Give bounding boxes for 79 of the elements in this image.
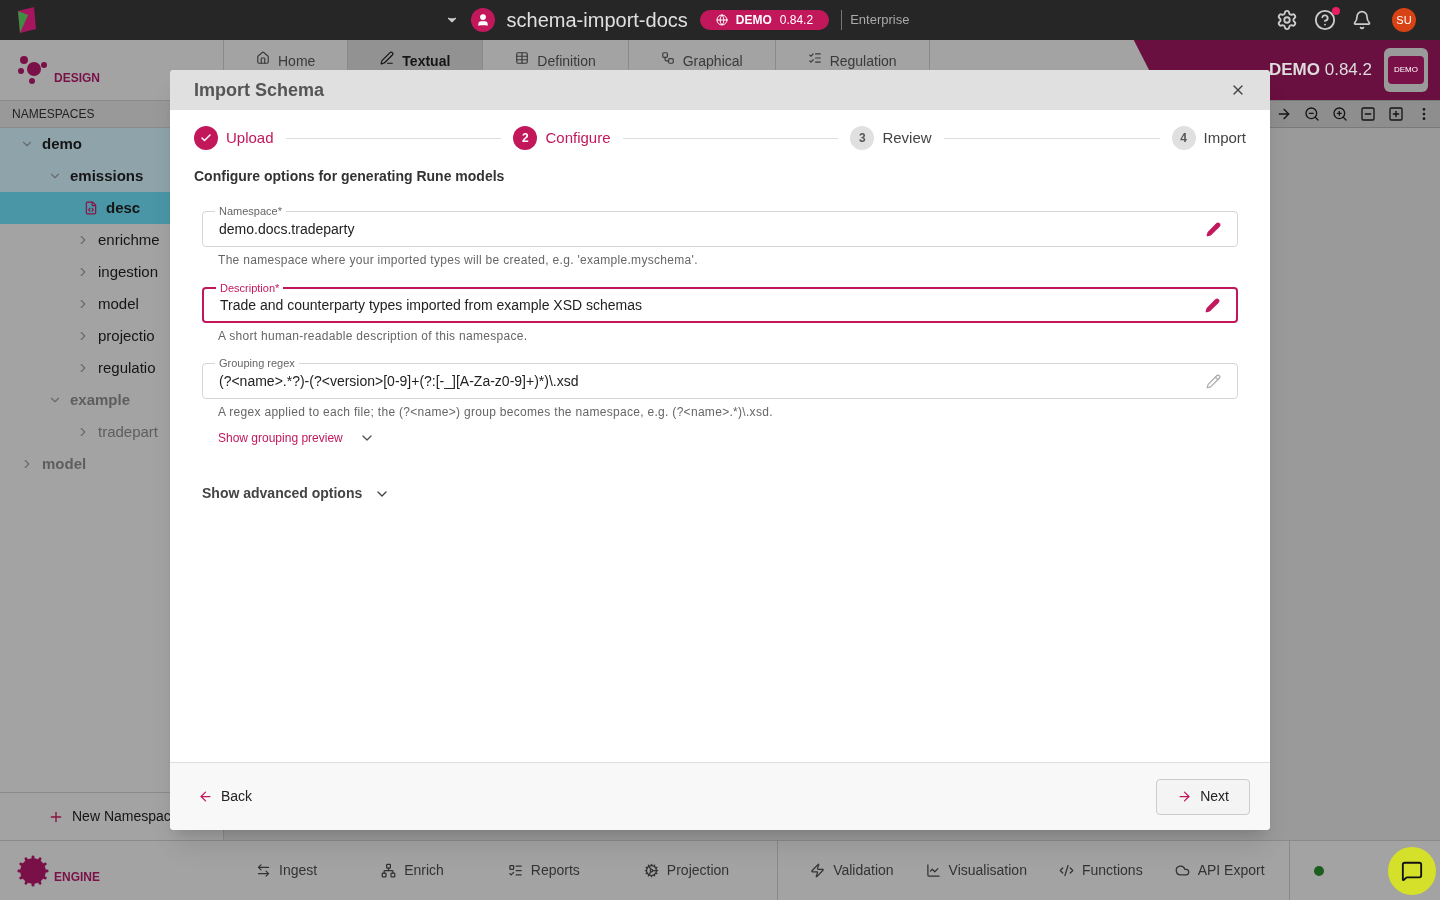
engine-label: ENGINE [54, 868, 100, 886]
helper-text: A short human-readable description of this namespace. [217, 328, 529, 345]
engine-tool[interactable]: Visualisation [909, 860, 1043, 881]
helper-text: A regex applied to each file; the (?<name>) group becomes the namespace, e.g. (?<name>.*)\.xsd. [217, 404, 774, 421]
badge-version: 0.84.2 [779, 12, 814, 29]
tab-icon [380, 51, 395, 65]
tree-label: desc [106, 197, 141, 218]
step-label: Review [882, 127, 932, 148]
tool-icon [507, 863, 523, 878]
tree-label: tradepart [98, 421, 159, 442]
file-icon [84, 201, 98, 215]
help-icon[interactable] [1314, 9, 1336, 31]
chat-button[interactable] [1388, 846, 1436, 895]
pencil-icon[interactable] [1206, 221, 1221, 237]
tool-icon [1174, 863, 1190, 878]
collapse-icon[interactable] [1360, 106, 1376, 122]
zoom-out-icon[interactable] [1304, 106, 1320, 122]
tree-label: demo [42, 133, 82, 154]
tree-label: model [42, 453, 87, 474]
step-number: 3 [859, 130, 866, 146]
engine-tool[interactable]: Ingest [224, 860, 350, 881]
expand-icon[interactable] [1388, 106, 1404, 122]
demo-logo: DEMO [1384, 48, 1428, 92]
engine-tool[interactable]: Functions [1042, 860, 1159, 881]
helper-text: The namespace where your imported types will be created, e.g. 'example.myschema'. [217, 252, 699, 269]
engine-tool[interactable]: API Export [1158, 860, 1281, 881]
tree-label: ingestion [98, 261, 159, 282]
dialog-title: Import Schema [194, 78, 326, 102]
tool-icon [810, 863, 826, 878]
edition-label: Enterprise [841, 10, 910, 30]
person-icon [475, 13, 490, 27]
tab-icon [256, 51, 270, 65]
project-name[interactable]: schema-import-docs [506, 5, 688, 35]
text-input[interactable]: Trade and counterparty types imported from example XSD schemas [220, 294, 1205, 316]
notifications-icon[interactable] [1352, 10, 1372, 30]
next-button[interactable]: Next [1156, 778, 1250, 815]
settings-icon[interactable] [1276, 9, 1298, 31]
tool-icon [381, 863, 397, 878]
tree-label: regulatio [98, 357, 156, 378]
grouping-preview-link[interactable]: Show grouping preview [202, 429, 391, 447]
chat-icon [1401, 859, 1423, 882]
molecule-logo-icon [16, 55, 50, 85]
engine-tool[interactable]: Reports [475, 860, 612, 881]
arrow-right-icon[interactable] [1276, 106, 1292, 122]
app-logo-icon [16, 7, 38, 33]
tree-label: enrichme [98, 229, 160, 250]
advanced-options-toggle[interactable]: Show advanced options [170, 483, 423, 504]
tree-label: projectio [98, 325, 155, 346]
engine-tool[interactable]: Validation [794, 860, 910, 881]
text-input[interactable]: (?<name>.*?)-(?<version>[0-9]+(?:[-_][A-Za-z0-9]+)*)\.xsd [219, 370, 1206, 392]
engine-tool[interactable]: Enrich [349, 860, 476, 881]
tree-label: model [98, 293, 139, 314]
globe-icon [715, 14, 728, 26]
user-avatar[interactable]: SU [1392, 8, 1416, 32]
gears-icon [16, 853, 50, 888]
tab-icon [515, 51, 530, 65]
tool-icon [925, 863, 941, 878]
namespaces-heading: NAMESPACES [12, 106, 95, 123]
step-label: Upload [226, 127, 274, 148]
banner-version: 0.84.2 [1324, 60, 1372, 80]
tool-icon [256, 863, 271, 878]
tab-icon [660, 51, 675, 65]
tool-icon [643, 863, 659, 878]
tool-icon [1058, 863, 1074, 878]
tree-label: example [70, 389, 131, 410]
step-number: 4 [1180, 130, 1187, 146]
design-label: DESIGN [54, 70, 100, 87]
check-icon [200, 132, 212, 144]
tree-label: emissions [70, 165, 144, 186]
banner-title: DEMO [1269, 60, 1320, 80]
arrow-right-icon [1177, 789, 1193, 804]
step-label: Import [1203, 127, 1246, 148]
step-label: Configure [545, 127, 611, 148]
badge-label: DEMO [735, 12, 772, 29]
engine-tool[interactable]: Projection [611, 860, 762, 881]
tab-icon [807, 51, 822, 65]
pencil-icon[interactable] [1205, 297, 1220, 313]
zoom-in-icon[interactable] [1332, 106, 1348, 122]
step-number: 2 [522, 130, 529, 146]
